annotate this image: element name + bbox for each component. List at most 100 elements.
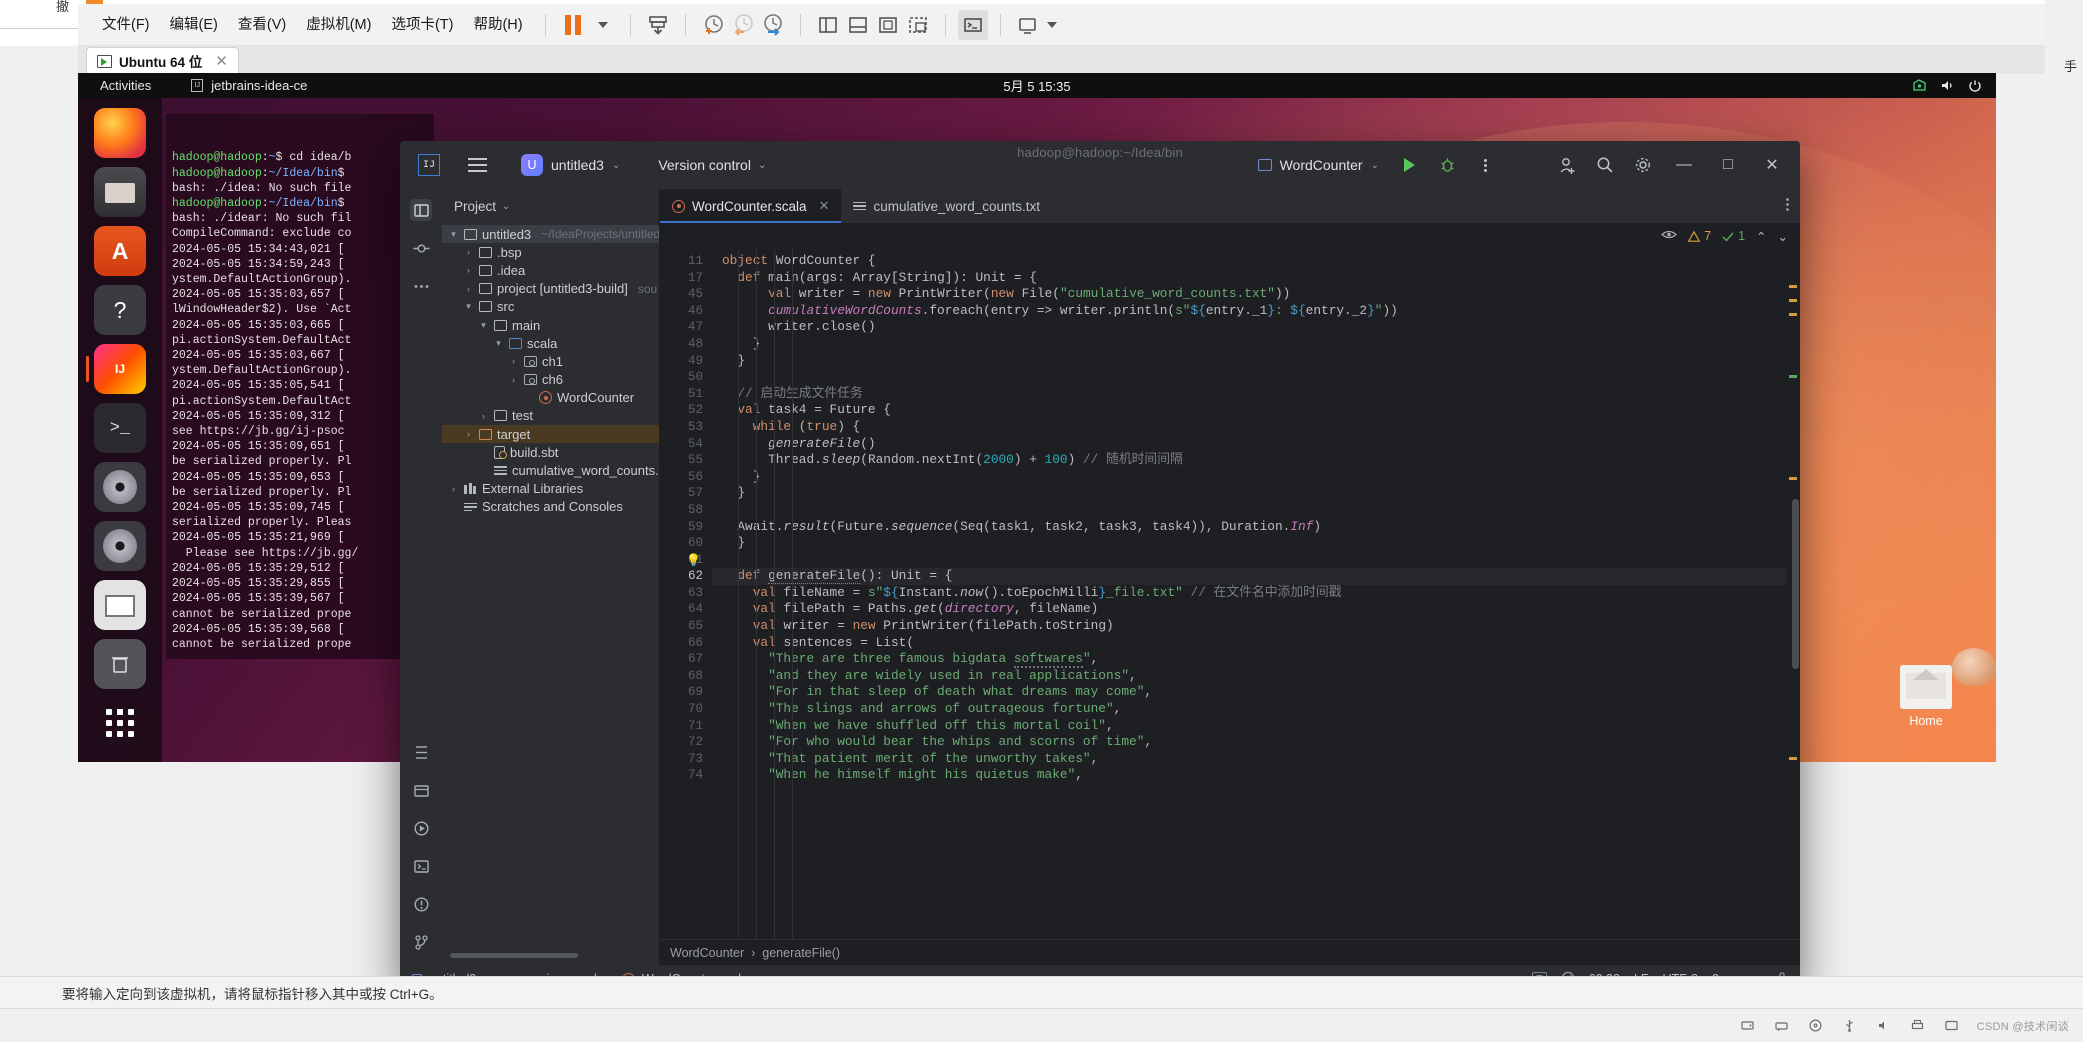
dock-item-software[interactable]: A <box>94 226 146 276</box>
dock-item-install-media[interactable] <box>94 580 146 630</box>
chevron-right-icon[interactable]: › <box>463 247 474 257</box>
more-tabs-icon[interactable] <box>1785 197 1790 215</box>
line-number[interactable]: 59 <box>660 519 703 536</box>
cd-dvd-icon[interactable] <box>1807 1017 1825 1035</box>
code-line[interactable]: val filePath = Paths.get(directory, file… <box>712 601 1786 618</box>
chevron-down-icon[interactable]: ▾ <box>463 301 474 312</box>
printer-icon[interactable] <box>1909 1017 1927 1035</box>
breadcrumb-item-object[interactable]: WordCounter <box>670 946 744 960</box>
code-line[interactable]: writer.close() <box>712 319 1786 336</box>
code-line[interactable]: Await.result(Future.sequence(Seq(task1, … <box>712 519 1786 536</box>
version-control-widget[interactable]: Version control ⌄ <box>650 153 774 177</box>
line-number[interactable]: 69 <box>660 684 703 701</box>
breadcrumb[interactable]: WordCounter › generateFile() <box>660 939 1800 965</box>
warning-count[interactable]: 7 <box>1688 229 1711 243</box>
intention-bulb-icon[interactable]: 💡 <box>686 553 701 570</box>
search-icon[interactable] <box>1588 148 1622 182</box>
code-line[interactable]: val task4 = Future { <box>712 402 1786 419</box>
stripe-marker[interactable] <box>1789 757 1797 760</box>
line-number[interactable]: 46 <box>660 303 703 320</box>
show-left-pane-icon[interactable] <box>813 10 843 40</box>
line-number[interactable]: 73 <box>660 751 703 768</box>
line-number[interactable]: 45 <box>660 286 703 303</box>
dock-item-show-applications[interactable] <box>94 698 146 748</box>
chevron-down-icon[interactable]: ▾ <box>448 229 459 240</box>
line-number[interactable]: 62 <box>660 568 703 585</box>
line-number[interactable]: 68 <box>660 668 703 685</box>
code-line[interactable] <box>712 552 1786 569</box>
main-menu-icon[interactable] <box>462 154 493 176</box>
line-number[interactable]: 66 <box>660 635 703 652</box>
tool-window-terminal-icon[interactable] <box>410 855 432 877</box>
tree-node-test[interactable]: › test <box>442 407 659 425</box>
line-number[interactable]: 55 <box>660 452 703 469</box>
system-indicators[interactable] <box>1912 79 1982 92</box>
tool-window-project-icon[interactable] <box>410 199 432 221</box>
line-number-gutter[interactable]: 11 17 45 46 47 48 49 50 51 52 53 54 55 56 57 58 59 60 61 💡 6… <box>660 249 712 939</box>
tree-node-wordcounter[interactable]: WordCounter <box>442 389 659 407</box>
editor-scrollbar-thumb[interactable] <box>1792 499 1799 669</box>
eye-icon[interactable] <box>1661 229 1678 243</box>
chevron-down-icon[interactable]: ▾ <box>478 320 489 331</box>
menu-file[interactable]: 文件(F) <box>92 4 160 46</box>
settings-gear-icon[interactable] <box>1626 148 1660 182</box>
error-stripe[interactable] <box>1786 249 1800 939</box>
hard-disk-icon[interactable] <box>1739 1017 1757 1035</box>
tool-window-structure-icon[interactable] <box>410 741 432 763</box>
code-line[interactable]: } <box>712 336 1786 353</box>
tree-node-external-libraries[interactable]: › External Libraries <box>442 480 659 498</box>
code-line[interactable]: val fileName = s"${Instant.now().toEpoch… <box>712 585 1786 602</box>
editor-tab-wordcounter-scala[interactable]: WordCounter.scala ✕ <box>660 189 842 223</box>
sound-card-icon[interactable] <box>1875 1017 1893 1035</box>
close-icon[interactable]: ✕ <box>819 198 830 214</box>
fullscreen-icon[interactable] <box>873 10 903 40</box>
code-line[interactable]: "There are three famous bigdata software… <box>712 651 1786 669</box>
tree-node-scala[interactable]: ▾ scala <box>442 334 659 352</box>
next-problem-icon[interactable]: ⌄ <box>1778 229 1788 244</box>
code-line[interactable]: cumulativeWordCounts.foreach(entry => wr… <box>712 303 1786 320</box>
line-number[interactable]: 67 <box>660 651 703 668</box>
code-line[interactable] <box>712 502 1786 519</box>
tree-node-cumulative-word-counts-txt[interactable]: cumulative_word_counts.txt <box>442 461 659 479</box>
line-number[interactable]: 11 <box>660 253 703 270</box>
project-tree[interactable]: ▾ untitled3 ~/IdeaProjects/untitled › .bsp ›.… <box>442 223 659 951</box>
dock-item-trash[interactable] <box>94 639 146 689</box>
tool-window-more-icon[interactable] <box>410 275 432 297</box>
line-number[interactable]: 53 <box>660 419 703 436</box>
chevron-right-icon[interactable]: › <box>463 429 474 439</box>
tree-node--idea[interactable]: › .idea <box>442 261 659 279</box>
run-configuration-selector[interactable]: WordCounter ⌄ <box>1249 152 1388 178</box>
line-number[interactable]: 71 <box>660 718 703 735</box>
line-number[interactable]: 58 <box>660 502 703 519</box>
tree-node-ch6[interactable]: › ch6 <box>442 371 659 389</box>
activities-button[interactable]: Activities <box>100 78 151 93</box>
line-number[interactable]: 57 <box>660 485 703 502</box>
add-collaborator-icon[interactable] <box>1550 148 1584 182</box>
tree-node--bsp[interactable]: › .bsp <box>442 243 659 261</box>
usb-icon[interactable] <box>1841 1017 1859 1035</box>
code-line[interactable]: val sentences = List( <box>712 635 1786 652</box>
dropdown-caret-icon[interactable] <box>588 10 618 40</box>
tool-window-sbt-icon[interactable] <box>410 779 432 801</box>
line-number[interactable]: 54 <box>660 436 703 453</box>
code-line[interactable]: val writer = new PrintWriter(new File("c… <box>712 286 1786 303</box>
tree-node-target[interactable]: › target <box>442 425 659 444</box>
debug-icon[interactable] <box>1430 148 1464 182</box>
line-number[interactable]: 51 <box>660 386 703 403</box>
display-settings-icon[interactable] <box>1943 1017 1961 1035</box>
code-line[interactable]: "When we have shuffled off this mortal c… <box>712 718 1786 735</box>
line-number[interactable]: 17 <box>660 270 703 287</box>
dock-item-disc-2[interactable] <box>94 521 146 571</box>
close-icon[interactable]: ✕ <box>215 52 228 70</box>
code-line[interactable]: // 启动生成文件任务 <box>712 386 1786 403</box>
code-line[interactable] <box>712 369 1786 386</box>
menu-vm[interactable]: 虚拟机(M) <box>296 4 381 46</box>
code-line[interactable]: "The slings and arrows of outrageous for… <box>712 701 1786 718</box>
snapshot-revert-icon[interactable] <box>728 10 758 40</box>
tree-node-ch1[interactable]: › ch1 <box>442 352 659 370</box>
more-actions-icon[interactable] <box>1468 148 1502 182</box>
code-editor[interactable]: 11 17 45 46 47 48 49 50 51 52 53 54 55 56 57 58 59 60 61 💡 6… <box>660 249 1800 939</box>
unity-mode-icon[interactable] <box>903 10 933 40</box>
tool-window-run-icon[interactable] <box>410 817 432 839</box>
line-number[interactable]: 64 <box>660 601 703 618</box>
